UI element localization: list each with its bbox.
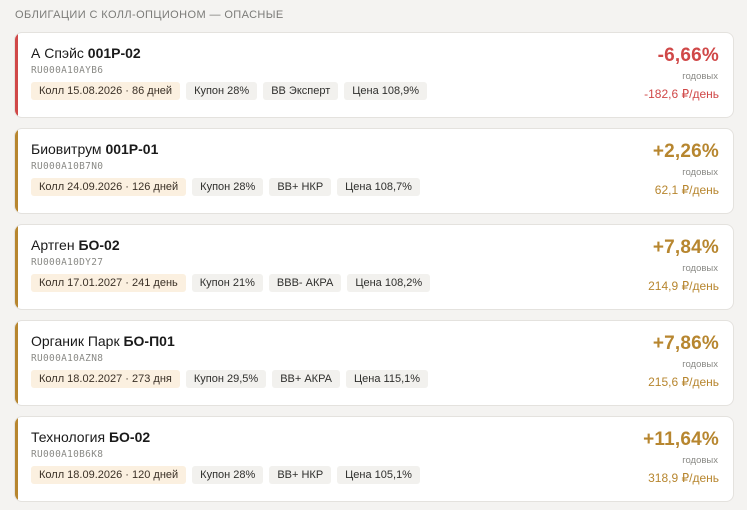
bond-issuer: А Спэйс (31, 45, 84, 61)
coupon-tag: Купон 21% (191, 274, 263, 292)
daily-income: 215,6 ₽/день (648, 375, 719, 389)
bond-tags: Колл 24.09.2026 · 126 дней Купон 28% BB+… (31, 178, 420, 196)
call-date-tag: Колл 24.09.2026 · 126 дней (31, 178, 187, 196)
bond-list-page: ОБЛИГАЦИИ С КОЛЛ-ОПЦИОНОМ — ОПАСНЫЕ А Сп… (0, 0, 747, 510)
bond-name: Органик Парк БО-П01 (31, 333, 175, 349)
bond-issuer: Биовитрум (31, 141, 102, 157)
bond-isin: RU000A10B7N0 (31, 161, 104, 172)
yield-unit-label: годовых (682, 167, 718, 178)
card-accent-stripe (15, 321, 18, 405)
bond-card[interactable]: Органик Парк БО-П01 RU000A10AZN8 Колл 18… (14, 320, 734, 406)
daily-income: -182,6 ₽/день (644, 87, 719, 101)
bond-series: БО-02 (108, 429, 151, 445)
call-date-tag: Колл 18.02.2027 · 273 дня (31, 370, 180, 388)
yield-value: +2,26% (652, 141, 719, 162)
daily-income: 62,1 ₽/день (654, 183, 719, 197)
bond-name: А Спэйс 001Р-02 (31, 45, 141, 61)
bond-issuer: Артген (31, 237, 75, 253)
price-tag: Цена 108,2% (347, 274, 431, 292)
yield-unit-label: годовых (682, 263, 718, 274)
bond-name: Биовитрум 001Р-01 (31, 141, 158, 157)
bond-series: БО-П01 (123, 333, 175, 349)
coupon-tag: Купон 29,5% (185, 370, 267, 388)
bond-tags: Колл 18.02.2027 · 273 дня Купон 29,5% BB… (31, 370, 429, 388)
bond-series: БО-02 (78, 237, 120, 253)
bond-card[interactable]: Технология БО-02 RU000A10B6K8 Колл 18.09… (14, 416, 734, 502)
rating-tag: BB+ НКР (269, 466, 332, 484)
bond-card[interactable]: Биовитрум 001Р-01 RU000A10B7N0 Колл 24.0… (14, 128, 734, 214)
coupon-tag: Купон 28% (192, 178, 264, 196)
yield-unit-label: годовых (682, 71, 718, 82)
card-accent-stripe (15, 417, 18, 501)
yield-unit-label: годовых (682, 359, 718, 370)
rating-tag: BB+ НКР (269, 178, 332, 196)
bond-series: 001Р-02 (87, 45, 141, 61)
card-accent-stripe (15, 225, 18, 309)
card-accent-stripe (15, 129, 18, 213)
bond-issuer: Органик Парк (31, 333, 120, 349)
rating-tag: BBB- АКРА (268, 274, 342, 292)
bond-isin: RU000A10B6K8 (31, 449, 104, 460)
bond-isin: RU000A10AYB6 (31, 65, 104, 76)
bond-name: Артген БО-02 (31, 237, 120, 253)
bond-series: 001Р-01 (105, 141, 159, 157)
section-title: ОБЛИГАЦИИ С КОЛЛ-ОПЦИОНОМ — ОПАСНЫЕ (15, 9, 284, 21)
card-accent-stripe (15, 33, 18, 117)
bond-card[interactable]: Артген БО-02 RU000A10DY27 Колл 17.01.202… (14, 224, 734, 310)
price-tag: Цена 115,1% (346, 370, 429, 388)
price-tag: Цена 108,7% (337, 178, 420, 196)
yield-value: +11,64% (643, 429, 719, 450)
call-date-tag: Колл 15.08.2026 · 86 дней (31, 82, 181, 100)
bond-tags: Колл 18.09.2026 · 120 дней Купон 28% BB+… (31, 466, 420, 484)
yield-value: +7,84% (652, 237, 719, 258)
bond-isin: RU000A10DY27 (31, 257, 104, 268)
yield-value: -6,66% (657, 45, 719, 66)
call-date-tag: Колл 18.09.2026 · 120 дней (31, 466, 187, 484)
yield-value: +7,86% (652, 333, 719, 354)
bond-tags: Колл 17.01.2027 · 241 день Купон 21% BBB… (31, 274, 431, 292)
call-date-tag: Колл 17.01.2027 · 241 день (31, 274, 186, 292)
yield-unit-label: годовых (682, 455, 718, 466)
bond-issuer: Технология (31, 429, 106, 445)
daily-income: 214,9 ₽/день (648, 279, 719, 293)
rating-tag: BB Эксперт (263, 82, 339, 100)
bond-name: Технология БО-02 (31, 429, 150, 445)
price-tag: Цена 108,9% (344, 82, 428, 100)
bond-card[interactable]: А Спэйс 001Р-02 RU000A10AYB6 Колл 15.08.… (14, 32, 734, 118)
coupon-tag: Купон 28% (192, 466, 264, 484)
price-tag: Цена 105,1% (337, 466, 420, 484)
bond-tags: Колл 15.08.2026 · 86 дней Купон 28% BB Э… (31, 82, 428, 100)
coupon-tag: Купон 28% (186, 82, 258, 100)
bond-isin: RU000A10AZN8 (31, 353, 104, 364)
rating-tag: BB+ АКРА (272, 370, 341, 388)
daily-income: 318,9 ₽/день (648, 471, 719, 485)
